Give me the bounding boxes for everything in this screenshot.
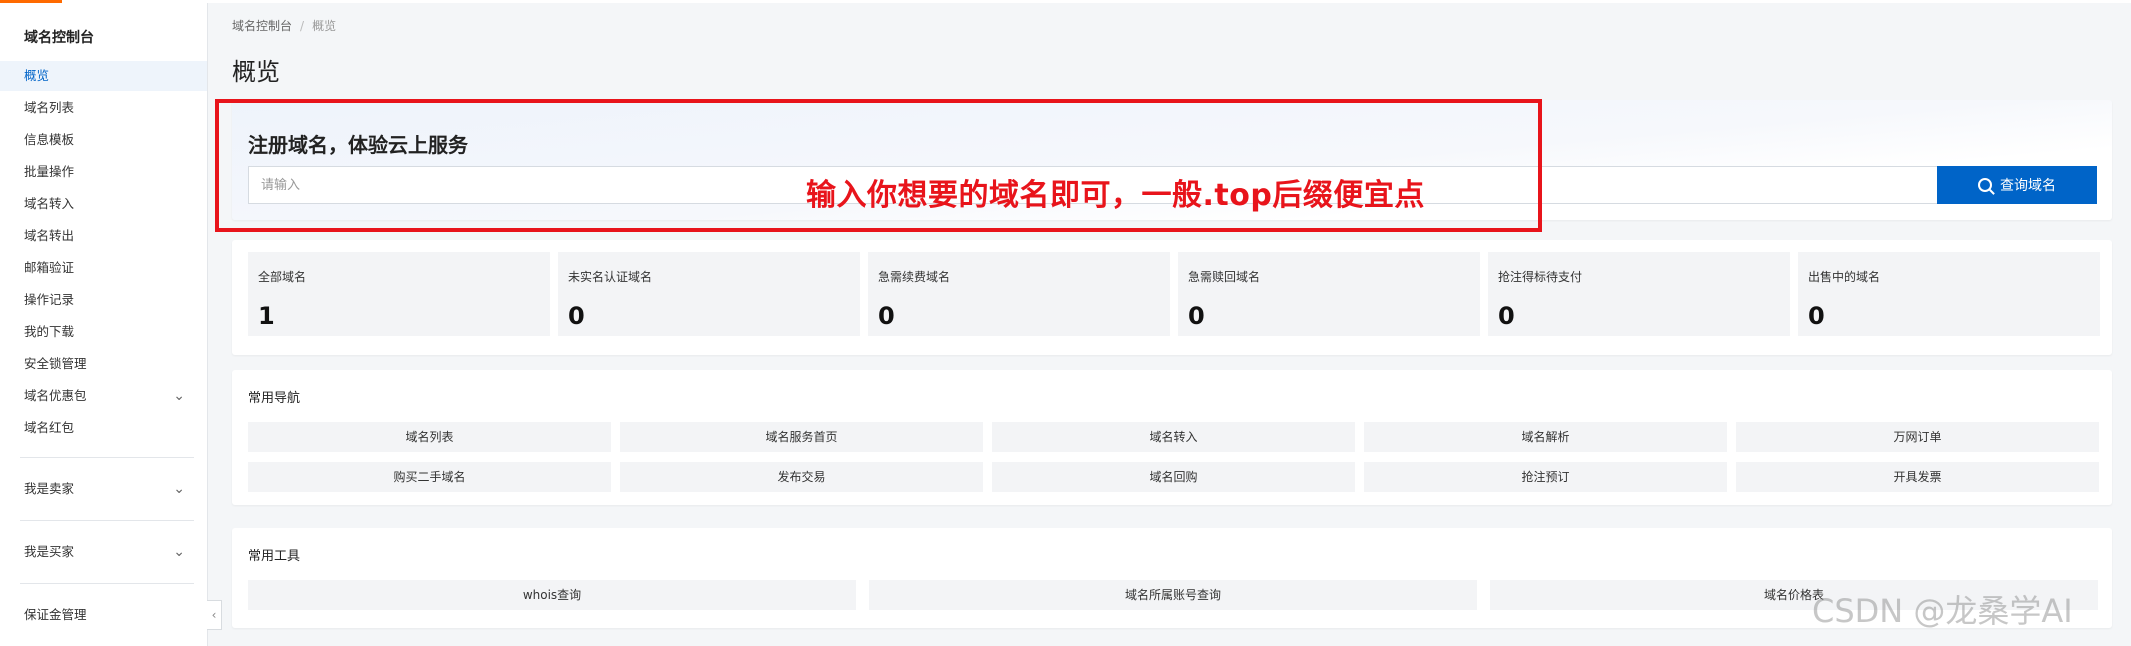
tool-whois[interactable]: whois查询 [248,580,856,610]
sidebar-collapse-button[interactable]: ‹ [207,600,222,630]
stat-label: 急需赎回域名 [1188,270,1261,284]
search-button-label: 查询域名 [2000,178,2056,194]
sidebar-title: 域名控制台 [24,30,94,46]
stat-label: 未实名认证域名 [568,270,653,284]
breadcrumb-root[interactable]: 域名控制台 [232,19,292,33]
stat-value: 0 [878,302,895,330]
common-nav-title: 常用导航 [248,391,301,406]
annotation-text: 输入你想要的域名即可，一般.top后缀便宜点 [806,178,1425,213]
breadcrumb-separator: / [300,19,305,33]
chevron-down-icon: ⌄ [173,388,185,404]
stat-value: 0 [1498,302,1515,330]
sidebar-item-label: 批量操作 [24,164,75,179]
sidebar-item-label: 域名列表 [24,100,75,115]
stat-all-domains[interactable]: 全部域名 1 [248,252,550,336]
chevron-down-icon: ⌄ [173,481,185,497]
sidebar-item-label: 我是买家 [24,544,75,559]
stat-value: 0 [1808,302,1825,330]
sidebar-item-label: 操作记录 [24,292,75,307]
sidebar-item-security-lock[interactable]: 安全锁管理 [0,349,207,379]
stat-value: 0 [568,302,585,330]
sidebar-item-transfer-out[interactable]: 域名转出 [0,221,207,251]
nav-link-domain-home[interactable]: 域名服务首页 [620,422,983,452]
sidebar-item-label: 域名优惠包 [24,388,87,403]
sidebar-item-label: 邮箱验证 [24,260,75,275]
sidebar-item-red-packet[interactable]: 域名红包 [0,413,207,443]
stat-redeem-urgent[interactable]: 急需赎回域名 0 [1178,252,1480,336]
sidebar-item-domain-list[interactable]: 域名列表 [0,93,207,123]
nav-link-buyback[interactable]: 域名回购 [992,462,1355,492]
search-domain-button[interactable]: 查询域名 [1937,166,2097,204]
nav-link-backorder[interactable]: 抢注预订 [1364,462,1727,492]
sidebar-item-email-verify[interactable]: 邮箱验证 [0,253,207,283]
page-title: 概览 [232,58,280,86]
stat-label: 急需续费域名 [878,270,951,284]
sidebar-divider [20,520,194,521]
sidebar-item-discount-pack[interactable]: 域名优惠包 ⌄ [0,381,207,411]
sidebar-item-label: 安全锁管理 [24,356,87,371]
nav-link-invoice[interactable]: 开具发票 [1736,462,2099,492]
sidebar-item-deposit[interactable]: 保证金管理 [0,600,207,630]
nav-link-orders[interactable]: 万网订单 [1736,422,2099,452]
stat-snap-pending[interactable]: 抢注得标待支付 0 [1488,252,1790,336]
nav-link-buy-used[interactable]: 购买二手域名 [248,462,611,492]
sidebar-divider [20,457,194,458]
nav-link-dns[interactable]: 域名解析 [1364,422,1727,452]
sidebar-item-label: 域名红包 [24,420,75,435]
sidebar-item-label: 保证金管理 [24,607,87,622]
sidebar-item-transfer-in[interactable]: 域名转入 [0,189,207,219]
stat-renew-urgent[interactable]: 急需续费域名 0 [868,252,1170,336]
search-icon [1978,178,1992,192]
nav-link-transfer-in[interactable]: 域名转入 [992,422,1355,452]
sidebar-item-op-log[interactable]: 操作记录 [0,285,207,315]
sidebar-item-label: 信息模板 [24,132,75,147]
sidebar-item-label: 域名转入 [24,196,75,211]
top-bar [0,0,2131,3]
sidebar-item-batch-ops[interactable]: 批量操作 [0,157,207,187]
sidebar-item-label: 域名转出 [24,228,75,243]
chevron-down-icon: ⌄ [173,544,185,560]
stat-on-sale[interactable]: 出售中的域名 0 [1798,252,2100,336]
sidebar-item-label: 概览 [24,68,50,83]
domain-stats-card: 全部域名 1 未实名认证域名 0 急需续费域名 0 急需赎回域名 0 抢注得标待支付 0 … [232,240,2112,355]
common-tools-title: 常用工具 [248,549,301,564]
sidebar-divider [20,583,194,584]
sidebar: 域名控制台 概览 域名列表 信息模板 批量操作 域名转入 域名转出 邮箱验证 操… [0,3,208,646]
sidebar-item-downloads[interactable]: 我的下载 [0,317,207,347]
tool-account-lookup[interactable]: 域名所属账号查询 [869,580,1477,610]
nav-link-domain-list[interactable]: 域名列表 [248,422,611,452]
stat-value: 0 [1188,302,1205,330]
nav-link-publish-trade[interactable]: 发布交易 [620,462,983,492]
stat-value: 1 [258,302,275,330]
sidebar-item-overview[interactable]: 概览 [0,61,207,91]
sidebar-group-seller[interactable]: 我是卖家 ⌄ [0,474,207,504]
common-nav-card: 常用导航 域名列表 域名服务首页 域名转入 域名解析 万网订单 购买二手域名 发… [232,370,2112,505]
breadcrumb: 域名控制台 / 概览 [232,17,336,34]
stat-unverified[interactable]: 未实名认证域名 0 [558,252,860,336]
stat-label: 抢注得标待支付 [1498,270,1583,284]
watermark: CSDN @龙桑学AI [1812,592,2073,630]
sidebar-item-label: 我是卖家 [24,481,75,496]
sidebar-item-info-template[interactable]: 信息模板 [0,125,207,155]
breadcrumb-current: 概览 [312,19,337,33]
sidebar-group-buyer[interactable]: 我是买家 ⌄ [0,537,207,567]
sidebar-item-label: 我的下载 [24,324,75,339]
stat-label: 出售中的域名 [1808,270,1881,284]
stat-label: 全部域名 [258,270,307,284]
